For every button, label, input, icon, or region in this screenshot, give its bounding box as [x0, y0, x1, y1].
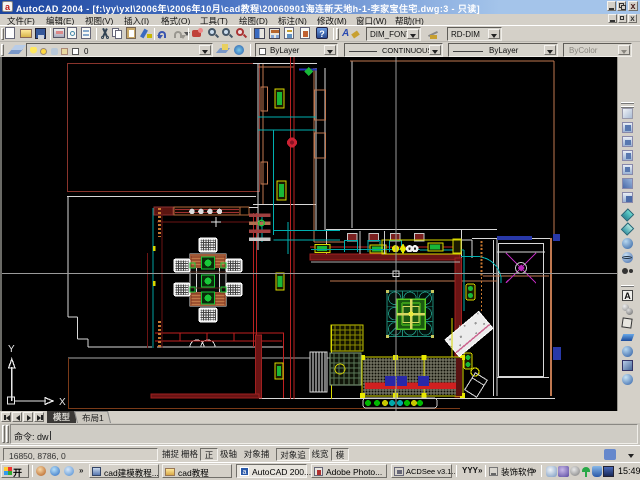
svg-text:X: X [59, 397, 66, 408]
svg-text:Y: Y [8, 344, 15, 355]
